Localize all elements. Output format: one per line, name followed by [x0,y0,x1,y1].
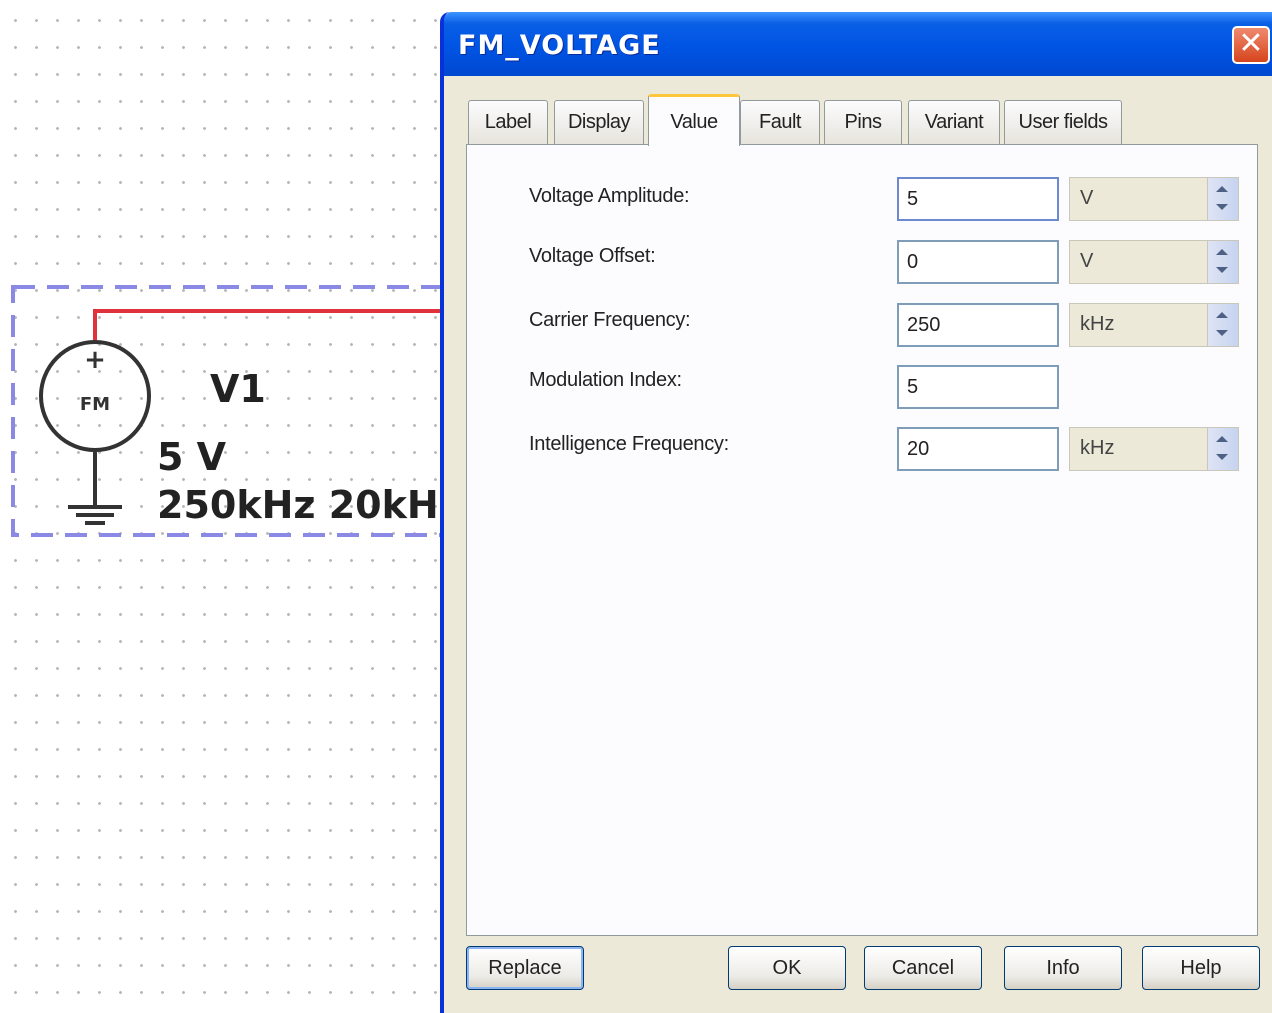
intelligence-frequency-spinner[interactable] [1207,428,1238,470]
carrier-frequency-input[interactable] [897,303,1059,347]
dialog-titlebar[interactable]: FM_VOLTAGE ✕ [444,12,1272,76]
spin-up-icon[interactable] [1216,249,1228,255]
tab-pins[interactable]: Pins [824,100,902,144]
voltage-amplitude-unit: V [1080,187,1094,209]
fm-voltage-dialog: FM_VOLTAGE ✕ Label Display Value Fault P… [440,12,1272,1013]
ok-button[interactable]: OK [728,946,846,990]
voltage-amplitude-input[interactable] [897,177,1059,221]
voltage-amplitude-label: Voltage Amplitude: [529,185,690,207]
voltage-offset-input[interactable] [897,240,1059,284]
carrier-frequency-label: Carrier Frequency: [529,309,691,331]
tab-variant[interactable]: Variant [908,100,1000,144]
intelligence-frequency-input[interactable] [897,427,1059,471]
tab-value[interactable]: Value [648,94,740,146]
spin-up-icon[interactable] [1216,312,1228,318]
dialog-title: FM_VOLTAGE [458,30,661,61]
voltage-amplitude-unit-select[interactable]: V [1069,177,1239,221]
voltage-amplitude-spinner[interactable] [1207,178,1238,220]
spin-up-icon[interactable] [1216,186,1228,192]
help-button[interactable]: Help [1142,946,1260,990]
voltage-offset-label: Voltage Offset: [529,245,656,267]
voltage-offset-unit-select[interactable]: V [1069,240,1239,284]
close-icon[interactable]: ✕ [1232,26,1270,64]
voltage-offset-unit: V [1080,250,1094,272]
intelligence-frequency-unit-select[interactable]: kHz [1069,427,1239,471]
spin-up-icon[interactable] [1216,436,1228,442]
voltage-offset-spinner[interactable] [1207,241,1238,283]
spin-down-icon[interactable] [1216,267,1228,273]
modulation-index-input[interactable] [897,365,1059,409]
spin-down-icon[interactable] [1216,204,1228,210]
intelligence-frequency-unit: kHz [1080,437,1115,459]
tab-user-fields[interactable]: User fields [1004,100,1122,144]
component-frequency-label[interactable]: 250kHz 20kHz [157,486,461,524]
spin-down-icon[interactable] [1216,454,1228,460]
info-button[interactable]: Info [1004,946,1122,990]
tab-strip: Label Display Value Fault Pins Variant U… [468,94,1272,146]
value-tab-panel: Voltage Amplitude: V Voltage Offset: V C… [466,144,1258,936]
carrier-frequency-spinner[interactable] [1207,304,1238,346]
carrier-frequency-unit: kHz [1080,313,1115,335]
replace-button[interactable]: Replace [466,946,584,990]
tab-fault[interactable]: Fault [740,100,820,144]
tab-label[interactable]: Label [468,100,548,144]
plus-sign: + [84,345,106,375]
intelligence-frequency-label: Intelligence Frequency: [529,433,729,455]
wire [93,309,460,343]
schematic-canvas[interactable]: + FM V1 5 V 250kHz 20kHz [0,0,461,1013]
spin-down-icon[interactable] [1216,330,1228,336]
tab-display[interactable]: Display [554,100,644,144]
modulation-index-label: Modulation Index: [529,369,682,391]
carrier-frequency-unit-select[interactable]: kHz [1069,303,1239,347]
fm-symbol-text: FM [80,394,110,415]
cancel-button[interactable]: Cancel [864,946,982,990]
component-amplitude-label[interactable]: 5 V [157,438,226,476]
component-name-label[interactable]: V1 [210,370,266,408]
